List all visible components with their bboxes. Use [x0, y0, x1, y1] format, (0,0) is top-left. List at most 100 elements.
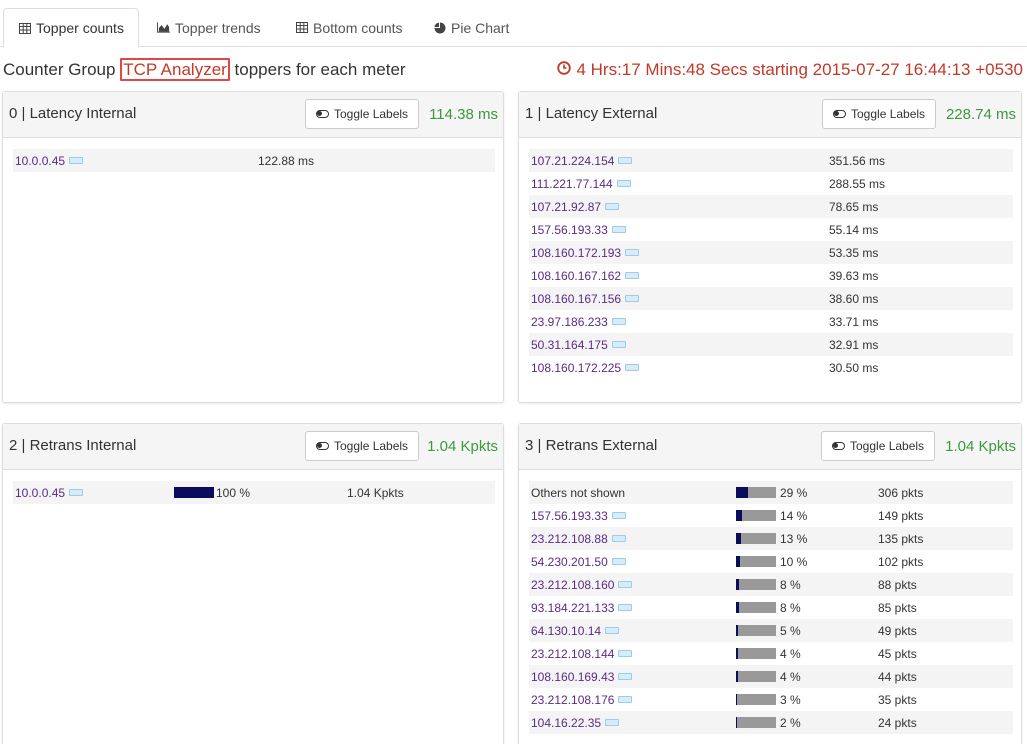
panel-title: 3 | Retrans External: [525, 437, 658, 454]
ip-link[interactable]: 111.221.77.144: [531, 177, 613, 191]
tag-icon[interactable]: [605, 627, 620, 634]
ip-link[interactable]: 107.21.92.87: [531, 200, 601, 214]
ip-link[interactable]: 10.0.0.45: [15, 154, 65, 168]
panel-retrans-internal: 2 | Retrans Internal Toggle Labels 1.04 …: [2, 423, 504, 744]
tab-label: Topper trends: [175, 19, 261, 36]
ip-link[interactable]: 108.160.169.43: [531, 670, 614, 684]
toggle-labels-button[interactable]: Toggle Labels: [305, 99, 420, 129]
ip-link[interactable]: 108.160.167.162: [531, 269, 621, 283]
tag-icon[interactable]: [618, 157, 633, 164]
ip-link[interactable]: 50.31.164.175: [531, 338, 608, 352]
row-key[interactable]: 23.212.108.160: [531, 578, 633, 592]
tab-topper-trends[interactable]: Topper trends: [143, 8, 275, 47]
row-key[interactable]: 108.160.167.156: [531, 292, 640, 306]
table-row: 108.160.169.43 4 % 44 pkts: [529, 665, 1013, 688]
tag-icon[interactable]: [625, 249, 640, 256]
row-key[interactable]: 54.230.201.50: [531, 555, 626, 569]
ip-link[interactable]: 54.230.201.50: [531, 555, 608, 569]
tag-icon[interactable]: [625, 364, 640, 371]
share-percent: 4 %: [780, 669, 801, 684]
row-value: 38.60 ms: [829, 291, 879, 306]
ip-link[interactable]: 157.56.193.33: [531, 509, 608, 523]
row-key[interactable]: 10.0.0.45: [15, 154, 84, 168]
row-key[interactable]: 108.160.169.43: [531, 670, 633, 684]
toggle-labels-button[interactable]: Toggle Labels: [822, 99, 937, 129]
tag-icon[interactable]: [618, 673, 633, 680]
time-range: 4 Hrs:17 Mins:48 Secs starting 2015-07-2…: [557, 60, 1023, 80]
tag-icon[interactable]: [616, 180, 631, 187]
row-value: 35 pkts: [878, 692, 917, 707]
tag-icon[interactable]: [605, 203, 620, 210]
tag-icon[interactable]: [611, 535, 626, 542]
share-bar: [736, 579, 776, 590]
tag-icon[interactable]: [69, 157, 84, 164]
table-row: 50.31.164.175 32.91 ms: [529, 333, 1013, 356]
tag-icon[interactable]: [611, 558, 626, 565]
row-key[interactable]: 64.130.10.14: [531, 624, 620, 638]
toggle-labels-button[interactable]: Toggle Labels: [305, 431, 420, 461]
tag-icon[interactable]: [69, 489, 84, 496]
ip-link[interactable]: 23.97.186.233: [531, 315, 608, 329]
toggle-icon: [316, 442, 329, 450]
ip-link[interactable]: 23.212.108.176: [531, 693, 614, 707]
row-key[interactable]: 107.21.92.87: [531, 200, 620, 214]
table-row: 23.212.108.160 8 % 88 pkts: [529, 573, 1013, 596]
toggle-labels-label: Toggle Labels: [850, 439, 925, 453]
row-key[interactable]: 23.97.186.233: [531, 315, 626, 329]
table-icon: [295, 21, 308, 34]
row-key[interactable]: 50.31.164.175: [531, 338, 626, 352]
tag-icon[interactable]: [625, 295, 640, 302]
tag-icon[interactable]: [611, 318, 626, 325]
row-key[interactable]: 104.16.22.35: [531, 716, 620, 730]
row-key[interactable]: 93.184.221.133: [531, 601, 633, 615]
panel-title: 0 | Latency Internal: [9, 105, 137, 122]
share-bar-fill: [736, 510, 742, 521]
row-key[interactable]: 108.160.167.162: [531, 269, 640, 283]
row-key[interactable]: 108.160.172.225: [531, 361, 640, 375]
table-row: 104.16.22.35 2 % 24 pkts: [529, 711, 1013, 734]
tab-label: Pie Chart: [451, 19, 510, 36]
ip-link[interactable]: 108.160.167.156: [531, 292, 621, 306]
row-key[interactable]: 23.212.108.88: [531, 532, 626, 546]
tag-icon[interactable]: [618, 650, 633, 657]
share-bar-fill: [736, 648, 738, 659]
ip-link[interactable]: 107.21.224.154: [531, 154, 614, 168]
ip-link[interactable]: 23.212.108.160: [531, 578, 614, 592]
tag-icon[interactable]: [611, 341, 626, 348]
ip-link[interactable]: 23.212.108.88: [531, 532, 608, 546]
tag-icon[interactable]: [611, 226, 626, 233]
table-row: 23.212.108.88 13 % 135 pkts: [529, 527, 1013, 550]
tag-icon[interactable]: [618, 581, 633, 588]
tag-icon[interactable]: [611, 512, 626, 519]
ip-link[interactable]: 64.130.10.14: [531, 624, 601, 638]
panel-total: 114.38 ms: [429, 106, 498, 123]
tag-icon[interactable]: [625, 272, 640, 279]
tab-bottom-counts[interactable]: Bottom counts: [281, 8, 417, 47]
counter-group-link[interactable]: TCP Analyzer: [120, 58, 230, 81]
tag-icon[interactable]: [618, 696, 633, 703]
ip-link[interactable]: 108.160.172.193: [531, 246, 621, 260]
row-key[interactable]: 108.160.172.193: [531, 246, 640, 260]
row-key[interactable]: 111.221.77.144: [531, 177, 631, 191]
ip-link[interactable]: 157.56.193.33: [531, 223, 608, 237]
tag-icon[interactable]: [618, 604, 633, 611]
ip-link[interactable]: 23.212.108.144: [531, 647, 614, 661]
toggle-labels-button[interactable]: Toggle Labels: [821, 431, 936, 461]
share-bar: [736, 717, 776, 728]
share-bar: [174, 487, 214, 498]
ip-link[interactable]: 93.184.221.133: [531, 601, 614, 615]
row-key[interactable]: 23.212.108.144: [531, 647, 633, 661]
panel-title: 1 | Latency External: [525, 105, 658, 122]
row-key[interactable]: 157.56.193.33: [531, 509, 626, 523]
tab-topper-counts[interactable]: Topper counts: [3, 8, 139, 48]
row-key[interactable]: 157.56.193.33: [531, 223, 626, 237]
ip-link[interactable]: 104.16.22.35: [531, 716, 601, 730]
tab-pie-chart[interactable]: Pie Chart: [419, 8, 523, 47]
row-key[interactable]: 10.0.0.45: [15, 486, 84, 500]
row-key[interactable]: 107.21.224.154: [531, 154, 633, 168]
ip-link[interactable]: 10.0.0.45: [15, 486, 65, 500]
row-key[interactable]: 23.212.108.176: [531, 693, 633, 707]
ip-link[interactable]: 108.160.172.225: [531, 361, 621, 375]
table-row: 157.56.193.33 55.14 ms: [529, 218, 1013, 241]
tag-icon[interactable]: [605, 719, 620, 726]
